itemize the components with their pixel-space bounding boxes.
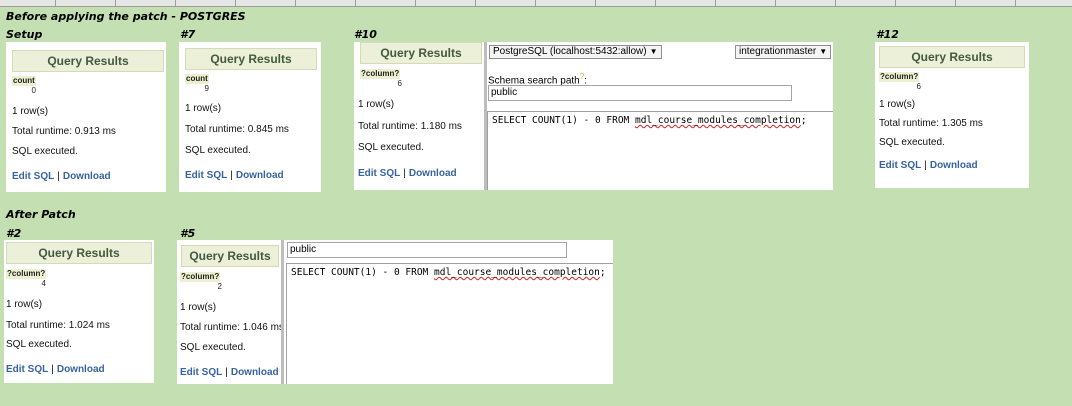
result-actions: Edit SQL | Download xyxy=(180,367,279,379)
spreadsheet-column-header xyxy=(0,0,1072,7)
query-results-heading: Query Results xyxy=(185,48,317,70)
label-7: #7 xyxy=(180,28,196,41)
download-link[interactable]: Download xyxy=(930,160,978,171)
edit-sql-link[interactable]: Edit SQL xyxy=(879,160,921,171)
result-cell: 2 xyxy=(217,282,222,291)
result-column-header: ?column? xyxy=(180,272,221,282)
edit-sql-link[interactable]: Edit SQL xyxy=(6,364,48,375)
edit-sql-link[interactable]: Edit SQL xyxy=(180,367,222,378)
result-column-header: count xyxy=(12,76,36,86)
query-results-panel-2: Query Results ?column? 4 1 row(s) Total … xyxy=(4,240,154,383)
chevron-down-icon: ▼ xyxy=(649,47,658,56)
sql-table-name: mdl_course_modules_completion xyxy=(635,115,801,126)
sql-text: SELECT COUNT(1) - 0 FROM xyxy=(291,267,434,278)
result-cell: 9 xyxy=(204,84,209,93)
query-results-heading: Query Results xyxy=(181,245,279,267)
query-results-panel-12: Query Results ?column? 6 1 row(s) Total … xyxy=(875,42,1029,188)
query-results-heading: Query Results xyxy=(6,242,152,264)
sql-editor-textarea[interactable]: SELECT COUNT(1) - 0 FROM mdl_course_modu… xyxy=(487,111,833,190)
row-count: 1 row(s) xyxy=(180,302,217,313)
label-10: #10 xyxy=(354,28,377,41)
result-column-header: ?column? xyxy=(360,69,401,79)
row-count: 1 row(s) xyxy=(879,99,916,110)
result-actions: Edit SQL | Download xyxy=(6,364,105,376)
edit-sql-link[interactable]: Edit SQL xyxy=(185,170,227,181)
result-cell: 6 xyxy=(916,82,921,91)
query-results-heading: Query Results xyxy=(12,50,164,72)
total-runtime: Total runtime: 1.305 ms xyxy=(879,118,983,129)
sql-status: SQL executed. xyxy=(185,145,251,156)
sql-terminator: ; xyxy=(599,267,606,278)
sql-terminator: ; xyxy=(800,115,807,126)
chevron-down-icon: ▼ xyxy=(819,47,828,56)
row-count: 1 row(s) xyxy=(358,99,395,110)
schema-search-path-input[interactable]: public xyxy=(287,242,567,258)
sql-status: SQL executed. xyxy=(879,137,945,148)
result-cell: 4 xyxy=(41,279,46,288)
link-separator: | xyxy=(57,171,60,182)
database-select[interactable]: integrationmaster ▼ xyxy=(735,45,832,59)
query-panel-10: Query Results ?column? 6 1 row(s) Total … xyxy=(354,42,833,190)
sql-status: SQL executed. xyxy=(358,142,424,153)
edit-sql-link[interactable]: Edit SQL xyxy=(358,168,400,179)
link-separator: | xyxy=(230,170,233,181)
total-runtime: Total runtime: 1.180 ms xyxy=(358,121,462,132)
total-runtime: Total runtime: 0.845 ms xyxy=(185,124,289,135)
edit-sql-link[interactable]: Edit SQL xyxy=(12,171,54,182)
result-actions: Edit SQL | Download xyxy=(12,171,111,183)
result-column-header: ?column? xyxy=(879,72,920,82)
row-count: 1 row(s) xyxy=(6,299,43,310)
row-count: 1 row(s) xyxy=(12,106,49,117)
download-link[interactable]: Download xyxy=(63,171,111,182)
result-column-header: ?column? xyxy=(6,269,47,279)
link-separator: | xyxy=(51,364,54,375)
label-2: #2 xyxy=(6,227,22,240)
download-link[interactable]: Download xyxy=(236,170,284,181)
download-link[interactable]: Download xyxy=(231,367,279,378)
result-actions: Edit SQL | Download xyxy=(879,160,978,172)
query-results-heading: Query Results xyxy=(879,46,1025,68)
link-separator: | xyxy=(225,367,228,378)
server-select[interactable]: PostgreSQL (localhost:5432:allow) ▼ xyxy=(489,45,662,59)
download-link[interactable]: Download xyxy=(57,364,105,375)
sql-status: SQL executed. xyxy=(180,342,246,353)
query-results-panel-7: Query Results count 9 1 row(s) Total run… xyxy=(179,42,321,192)
result-cell: 6 xyxy=(397,79,402,88)
result-actions: Edit SQL | Download xyxy=(185,170,284,182)
total-runtime: Total runtime: 1.024 ms xyxy=(6,320,110,331)
sheet-title: Before applying the patch - POSTGRES xyxy=(6,10,246,23)
query-results-panel-setup: Query Results count 0 1 row(s) Total run… xyxy=(6,42,166,192)
label-12: #12 xyxy=(876,28,899,41)
sql-status: SQL executed. xyxy=(6,339,72,350)
label-setup: Setup xyxy=(6,28,43,41)
query-panel-5: Query Results ?column? 2 1 row(s) Total … xyxy=(177,240,613,384)
link-separator: | xyxy=(403,168,406,179)
result-column-header: count xyxy=(185,74,209,84)
row-count: 1 row(s) xyxy=(185,103,222,114)
sql-table-name: mdl_course_modules_completion xyxy=(434,267,600,278)
database-select-value: integrationmaster xyxy=(739,46,817,57)
label-5: #5 xyxy=(180,227,196,240)
query-results-heading: Query Results xyxy=(360,42,482,64)
sql-text: SELECT COUNT(1) - 0 FROM xyxy=(492,115,635,126)
result-cell: 0 xyxy=(31,86,36,95)
schema-search-path-input[interactable]: public xyxy=(488,85,792,101)
download-link[interactable]: Download xyxy=(409,168,457,179)
label-after-patch: After Patch xyxy=(6,208,76,221)
total-runtime: Total runtime: 0.913 ms xyxy=(12,126,116,137)
server-select-value: PostgreSQL (localhost:5432:allow) xyxy=(493,46,647,57)
result-actions: Edit SQL | Download xyxy=(358,168,457,180)
total-runtime: Total runtime: 1.046 ms xyxy=(180,322,284,333)
frame-divider[interactable] xyxy=(281,240,284,384)
sql-status: SQL executed. xyxy=(12,146,78,157)
link-separator: | xyxy=(924,160,927,171)
sql-editor-textarea[interactable]: SELECT COUNT(1) - 0 FROM mdl_course_modu… xyxy=(286,263,613,384)
